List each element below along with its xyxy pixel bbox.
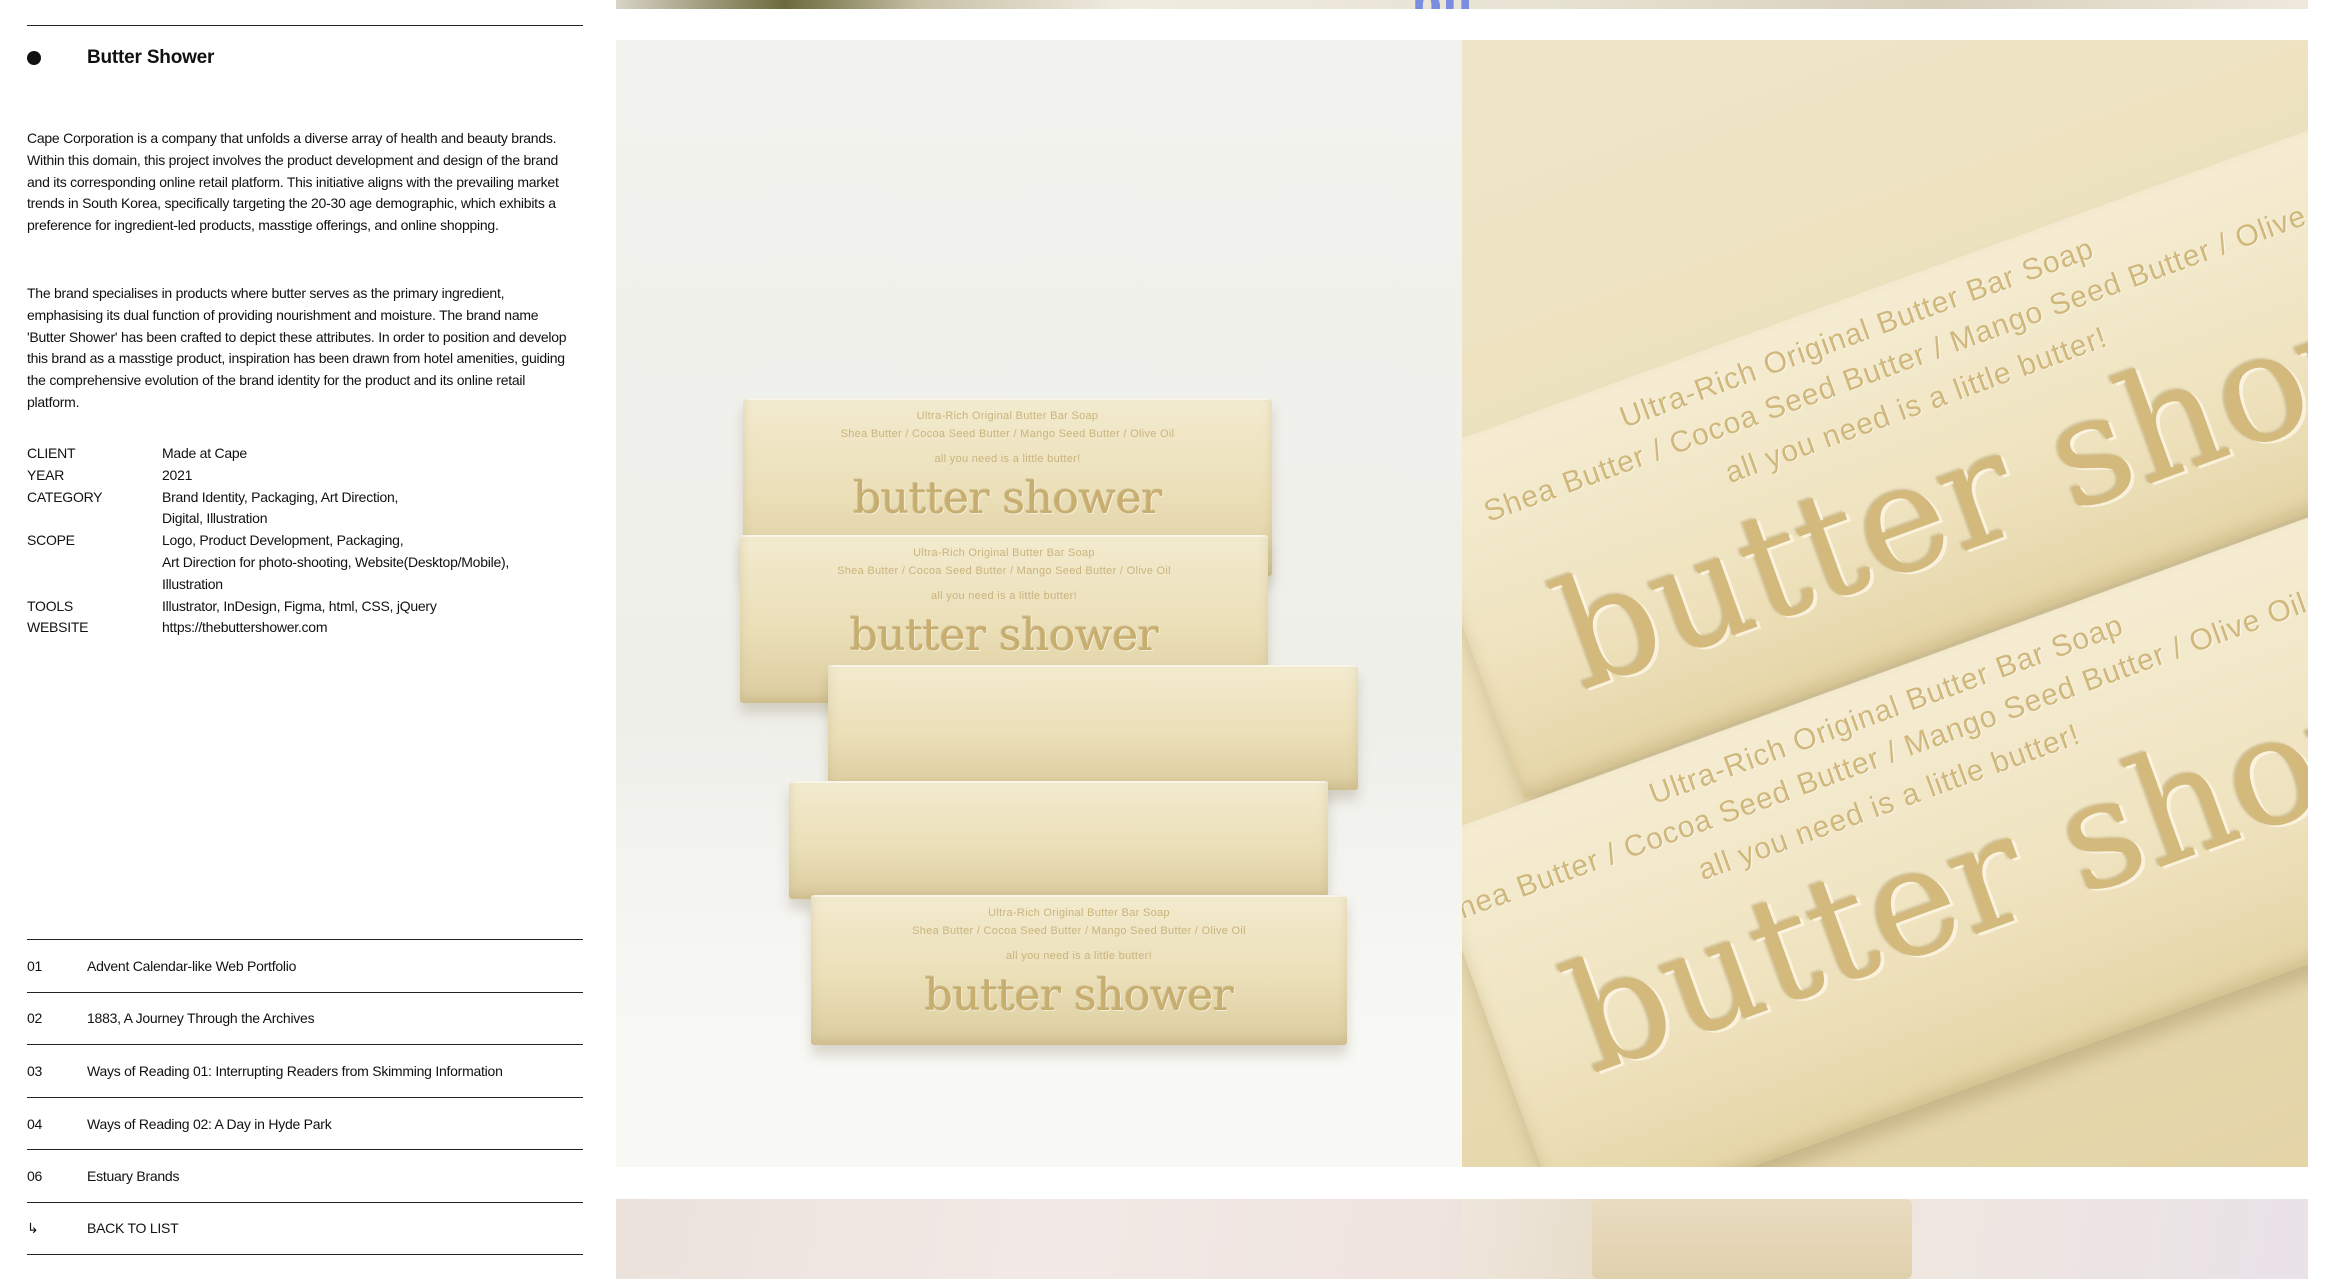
gallery-image-soap-stack: Ultra-Rich Original Butter Bar Soap Shea…	[616, 40, 1462, 1167]
project-number: 01	[27, 957, 43, 974]
gallery-image-bottom-right-cropped	[1462, 1199, 2308, 1279]
soap-engraving: Ultra-Rich Original Butter Bar Soap	[913, 547, 1095, 559]
gallery-image-soap-closeup: Ultra-Rich Original Butter Bar Soap Shea…	[1462, 40, 2308, 1167]
soap-brand-engraving: butter shower	[853, 473, 1162, 524]
project-list-item[interactable]: 02 1883, A Journey Through the Archives	[27, 991, 583, 1045]
soap-engraving: all you need is a little butter!	[1006, 950, 1152, 962]
project-number: 03	[27, 1062, 43, 1079]
soap-fragment	[1592, 1199, 1912, 1279]
project-list-title: Ways of Reading 01: Interrupting Readers…	[87, 1062, 503, 1079]
bullet-dot-icon	[27, 51, 41, 65]
soap-engraving: all you need is a little butter!	[934, 453, 1081, 465]
soap-brand-engraving: butter shower	[924, 970, 1234, 1021]
meta-key: SCOPE	[27, 532, 75, 549]
project-list-title: 1883, A Journey Through the Archives	[87, 1010, 315, 1027]
soap-engraving: Ultra-Rich Original Butter Bar Soap	[916, 410, 1099, 422]
meta-value: 2021	[162, 466, 193, 483]
project-info-panel: Butter Shower Cape Corporation is a comp…	[27, 0, 583, 1279]
meta-row-client: CLIENT Made at Cape	[27, 443, 583, 465]
project-meta-table: CLIENT Made at Cape YEAR 2021 CATEGORY Brand …	[27, 443, 583, 639]
soap-brand-engraving: butter shower	[849, 610, 1159, 661]
project-list-title: Estuary Brands	[87, 1168, 180, 1185]
return-arrow-icon: ↳	[27, 1219, 39, 1236]
project-list-title: BACK TO LIST	[87, 1220, 179, 1237]
project-list-item[interactable]: 01 Advent Calendar-like Web Portfolio	[27, 939, 583, 992]
meta-value[interactable]: https://thebuttershower.com	[162, 617, 583, 639]
illustration-fragment: bu	[1411, 0, 1474, 9]
project-title-row: Butter Shower	[27, 42, 214, 74]
meta-key: YEAR	[27, 466, 65, 483]
soap-bar	[828, 665, 1358, 790]
project-description-paragraph: The brand specialises in products where …	[27, 285, 567, 410]
project-list-title: Advent Calendar-like Web Portfolio	[87, 957, 297, 974]
meta-key: WEBSITE	[27, 619, 89, 636]
image-gallery: bu Ultra-Rich Original Butter Bar Soap S…	[616, 0, 2308, 1279]
soap-engraving: all you need is a little butter!	[931, 590, 1077, 602]
soap-bar	[789, 781, 1328, 899]
meta-key: TOOLS	[27, 597, 73, 614]
back-to-list-link[interactable]: ↳ BACK TO LIST	[27, 1201, 583, 1255]
gallery-image-top-cropped: bu	[616, 0, 2308, 9]
meta-value: Made at Cape	[162, 445, 247, 461]
meta-row-scope: SCOPE Logo, Product Development, Packagin…	[27, 530, 583, 595]
meta-value: Illustrator, InDesign, Figma, html, CSS,…	[162, 597, 437, 614]
meta-value: Brand Identity, Packaging, Art Direction…	[162, 488, 399, 527]
meta-value: Logo, Product Development, Packaging, Ar…	[162, 532, 510, 592]
project-list-item[interactable]: 04 Ways of Reading 02: A Day in Hyde Park	[27, 1096, 583, 1150]
soap-engraving: Shea Butter / Cocoa Seed Butter / Mango …	[912, 925, 1246, 937]
project-description-paragraph: Cape Corporation is a company that unfol…	[27, 130, 559, 234]
meta-row-tools: TOOLS Illustrator, InDesign, Figma, html,…	[27, 596, 583, 618]
meta-row-category: CATEGORY Brand Identity, Packaging, Art D…	[27, 487, 583, 531]
soap-engraving: Ultra-Rich Original Butter Bar Soap	[988, 907, 1170, 919]
soap-engraving: Shea Butter / Cocoa Seed Butter / Mango …	[837, 565, 1171, 577]
soap-bar: Ultra-Rich Original Butter Bar Soap Shea…	[811, 895, 1347, 1045]
project-list-item[interactable]: 06 Estuary Brands	[27, 1149, 583, 1202]
soap-engraving: Shea Butter / Cocoa Seed Butter / Mango …	[840, 428, 1175, 440]
project-list-item[interactable]: 03 Ways of Reading 01: Interrupting Reade…	[27, 1044, 583, 1097]
project-number: 02	[27, 1010, 43, 1027]
project-number: 06	[27, 1168, 43, 1185]
meta-key: CLIENT	[27, 445, 76, 461]
meta-row-year: YEAR 2021	[27, 465, 583, 487]
project-list-title: Ways of Reading 02: A Day in Hyde Park	[87, 1115, 332, 1132]
other-projects-list: 01 Advent Calendar-like Web Portfolio 02 18…	[27, 939, 583, 1255]
meta-row-website: WEBSITE https://thebuttershower.com	[27, 617, 583, 639]
top-divider	[27, 25, 583, 26]
photo-floor	[616, 1040, 1462, 1167]
project-title: Butter Shower	[87, 47, 215, 68]
meta-key: CATEGORY	[27, 488, 103, 505]
project-number: 04	[27, 1115, 43, 1132]
gallery-image-bottom-left-cropped	[616, 1199, 1462, 1279]
